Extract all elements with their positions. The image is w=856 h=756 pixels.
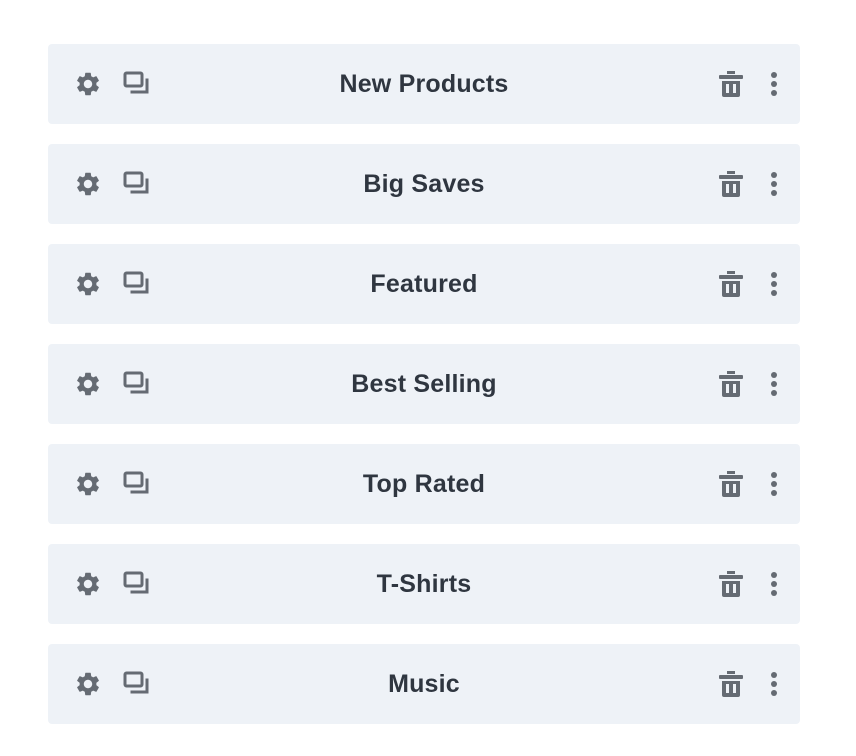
more-vertical-icon[interactable] — [762, 168, 786, 200]
duplicate-icon[interactable] — [122, 168, 154, 200]
trash-icon[interactable] — [716, 668, 746, 700]
gear-icon[interactable] — [72, 168, 104, 200]
gear-icon[interactable] — [72, 268, 104, 300]
trash-icon[interactable] — [716, 568, 746, 600]
gear-icon[interactable] — [72, 568, 104, 600]
module-list: New Products Big Saves Featured Best Sel… — [48, 44, 800, 744]
more-vertical-icon[interactable] — [762, 268, 786, 300]
module-label: Featured — [370, 269, 478, 298]
gear-icon[interactable] — [72, 668, 104, 700]
trash-icon[interactable] — [716, 368, 746, 400]
trash-icon[interactable] — [716, 168, 746, 200]
trash-icon[interactable] — [716, 268, 746, 300]
module-label: Music — [388, 669, 460, 698]
duplicate-icon[interactable] — [122, 268, 154, 300]
module-label: Best Selling — [351, 369, 497, 398]
more-vertical-icon[interactable] — [762, 68, 786, 100]
more-vertical-icon[interactable] — [762, 668, 786, 700]
duplicate-icon[interactable] — [122, 68, 154, 100]
module-row-5[interactable]: Top Rated — [48, 444, 800, 524]
module-row-6[interactable]: T-Shirts — [48, 544, 800, 624]
trash-icon[interactable] — [716, 68, 746, 100]
duplicate-icon[interactable] — [122, 368, 154, 400]
gear-icon[interactable] — [72, 368, 104, 400]
module-label: T-Shirts — [376, 569, 472, 598]
module-label: New Products — [339, 69, 509, 98]
module-row-2[interactable]: Big Saves — [48, 144, 800, 224]
duplicate-icon[interactable] — [122, 668, 154, 700]
gear-icon[interactable] — [72, 68, 104, 100]
more-vertical-icon[interactable] — [762, 468, 786, 500]
gear-icon[interactable] — [72, 468, 104, 500]
module-row-3[interactable]: Featured — [48, 244, 800, 324]
duplicate-icon[interactable] — [122, 468, 154, 500]
duplicate-icon[interactable] — [122, 568, 154, 600]
module-label: Big Saves — [363, 169, 485, 198]
module-row-7[interactable]: Music — [48, 644, 800, 724]
more-vertical-icon[interactable] — [762, 368, 786, 400]
trash-icon[interactable] — [716, 468, 746, 500]
module-label: Top Rated — [362, 469, 486, 498]
module-row-4[interactable]: Best Selling — [48, 344, 800, 424]
module-row-1[interactable]: New Products — [48, 44, 800, 124]
more-vertical-icon[interactable] — [762, 568, 786, 600]
